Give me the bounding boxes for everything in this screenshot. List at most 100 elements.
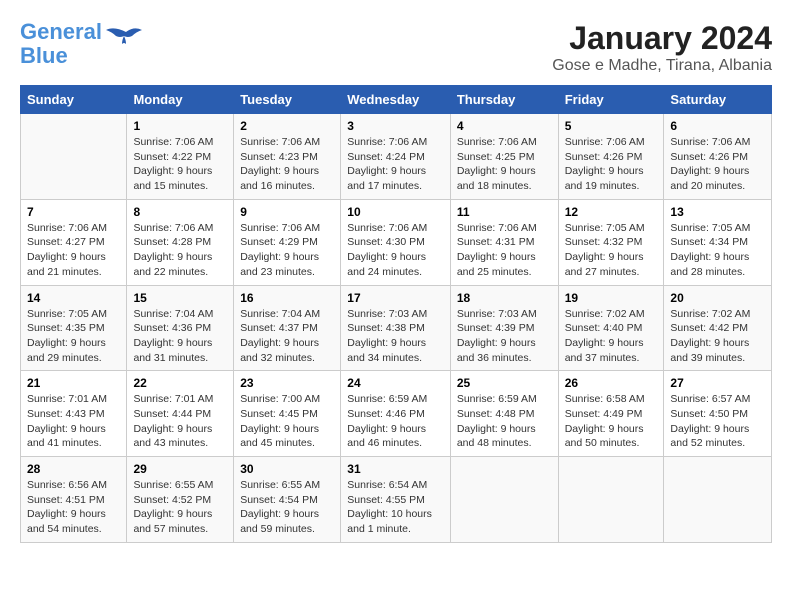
calendar-week-row: 28 Sunrise: 6:56 AMSunset: 4:51 PMDayligh… bbox=[21, 457, 772, 543]
day-info: Sunrise: 7:03 AMSunset: 4:38 PMDaylight:… bbox=[347, 307, 444, 366]
calendar-cell bbox=[450, 457, 558, 543]
calendar-header-row: Sunday Monday Tuesday Wednesday Thursday… bbox=[21, 86, 772, 114]
day-number: 7 bbox=[27, 205, 120, 219]
day-number: 3 bbox=[347, 119, 444, 133]
calendar-cell: 30 Sunrise: 6:55 AMSunset: 4:54 PMDayligh… bbox=[234, 457, 341, 543]
day-number: 31 bbox=[347, 462, 444, 476]
day-number: 6 bbox=[670, 119, 765, 133]
calendar-cell: 23 Sunrise: 7:00 AMSunset: 4:45 PMDayligh… bbox=[234, 371, 341, 457]
day-number: 1 bbox=[133, 119, 227, 133]
day-number: 16 bbox=[240, 291, 334, 305]
day-number: 5 bbox=[565, 119, 658, 133]
day-number: 23 bbox=[240, 376, 334, 390]
page-header: GeneralBlue January 2024 Gose e Madhe, T… bbox=[20, 20, 772, 75]
day-info: Sunrise: 7:06 AMSunset: 4:28 PMDaylight:… bbox=[133, 221, 227, 280]
calendar-cell: 31 Sunrise: 6:54 AMSunset: 4:55 PMDayligh… bbox=[341, 457, 451, 543]
calendar-cell: 18 Sunrise: 7:03 AMSunset: 4:39 PMDayligh… bbox=[450, 285, 558, 371]
calendar-cell: 1 Sunrise: 7:06 AMSunset: 4:22 PMDaylight… bbox=[127, 114, 234, 200]
header-tuesday: Tuesday bbox=[234, 86, 341, 114]
day-number: 17 bbox=[347, 291, 444, 305]
day-info: Sunrise: 7:06 AMSunset: 4:24 PMDaylight:… bbox=[347, 135, 444, 194]
day-number: 14 bbox=[27, 291, 120, 305]
day-info: Sunrise: 7:06 AMSunset: 4:27 PMDaylight:… bbox=[27, 221, 120, 280]
calendar-cell: 9Sunrise: 7:06 AMSunset: 4:29 PMDaylight… bbox=[234, 199, 341, 285]
calendar-cell: 2 Sunrise: 7:06 AMSunset: 4:23 PMDaylight… bbox=[234, 114, 341, 200]
calendar-cell: 13 Sunrise: 7:05 AMSunset: 4:34 PMDayligh… bbox=[664, 199, 772, 285]
day-number: 12 bbox=[565, 205, 658, 219]
day-number: 30 bbox=[240, 462, 334, 476]
day-info: Sunrise: 7:06 AMSunset: 4:30 PMDaylight:… bbox=[347, 221, 444, 280]
header-wednesday: Wednesday bbox=[341, 86, 451, 114]
calendar-week-row: 1 Sunrise: 7:06 AMSunset: 4:22 PMDaylight… bbox=[21, 114, 772, 200]
calendar-cell: 4Sunrise: 7:06 AMSunset: 4:25 PMDaylight… bbox=[450, 114, 558, 200]
day-info: Sunrise: 7:03 AMSunset: 4:39 PMDaylight:… bbox=[457, 307, 552, 366]
day-number: 28 bbox=[27, 462, 120, 476]
calendar-cell: 27Sunrise: 6:57 AMSunset: 4:50 PMDayligh… bbox=[664, 371, 772, 457]
calendar-week-row: 7 Sunrise: 7:06 AMSunset: 4:27 PMDaylight… bbox=[21, 199, 772, 285]
calendar-cell: 5Sunrise: 7:06 AMSunset: 4:26 PMDaylight… bbox=[558, 114, 664, 200]
day-number: 15 bbox=[133, 291, 227, 305]
page-subtitle: Gose e Madhe, Tirana, Albania bbox=[552, 57, 772, 75]
calendar-cell: 24 Sunrise: 6:59 AMSunset: 4:46 PMDayligh… bbox=[341, 371, 451, 457]
header-saturday: Saturday bbox=[664, 86, 772, 114]
calendar-cell: 22 Sunrise: 7:01 AMSunset: 4:44 PMDayligh… bbox=[127, 371, 234, 457]
day-info: Sunrise: 7:06 AMSunset: 4:23 PMDaylight:… bbox=[240, 135, 334, 194]
day-info: Sunrise: 7:00 AMSunset: 4:45 PMDaylight:… bbox=[240, 392, 334, 451]
calendar-cell: 17 Sunrise: 7:03 AMSunset: 4:38 PMDayligh… bbox=[341, 285, 451, 371]
calendar-cell: 12 Sunrise: 7:05 AMSunset: 4:32 PMDayligh… bbox=[558, 199, 664, 285]
day-number: 22 bbox=[133, 376, 227, 390]
day-number: 10 bbox=[347, 205, 444, 219]
day-info: Sunrise: 6:59 AMSunset: 4:46 PMDaylight:… bbox=[347, 392, 444, 451]
calendar-week-row: 21Sunrise: 7:01 AMSunset: 4:43 PMDayligh… bbox=[21, 371, 772, 457]
calendar-week-row: 14 Sunrise: 7:05 AMSunset: 4:35 PMDayligh… bbox=[21, 285, 772, 371]
day-number: 25 bbox=[457, 376, 552, 390]
calendar-cell bbox=[558, 457, 664, 543]
calendar-table: Sunday Monday Tuesday Wednesday Thursday… bbox=[20, 85, 772, 543]
header-thursday: Thursday bbox=[450, 86, 558, 114]
day-info: Sunrise: 7:06 AMSunset: 4:31 PMDaylight:… bbox=[457, 221, 552, 280]
day-info: Sunrise: 7:05 AMSunset: 4:35 PMDaylight:… bbox=[27, 307, 120, 366]
day-info: Sunrise: 7:05 AMSunset: 4:34 PMDaylight:… bbox=[670, 221, 765, 280]
day-number: 20 bbox=[670, 291, 765, 305]
day-info: Sunrise: 7:04 AMSunset: 4:37 PMDaylight:… bbox=[240, 307, 334, 366]
day-info: Sunrise: 7:01 AMSunset: 4:44 PMDaylight:… bbox=[133, 392, 227, 451]
calendar-cell: 21Sunrise: 7:01 AMSunset: 4:43 PMDayligh… bbox=[21, 371, 127, 457]
page-title: January 2024 bbox=[552, 20, 772, 57]
logo-bird-icon bbox=[106, 24, 146, 54]
day-number: 18 bbox=[457, 291, 552, 305]
header-monday: Monday bbox=[127, 86, 234, 114]
day-number: 19 bbox=[565, 291, 658, 305]
day-number: 26 bbox=[565, 376, 658, 390]
day-info: Sunrise: 6:59 AMSunset: 4:48 PMDaylight:… bbox=[457, 392, 552, 451]
calendar-cell: 8 Sunrise: 7:06 AMSunset: 4:28 PMDaylight… bbox=[127, 199, 234, 285]
day-info: Sunrise: 7:02 AMSunset: 4:40 PMDaylight:… bbox=[565, 307, 658, 366]
calendar-cell: 7 Sunrise: 7:06 AMSunset: 4:27 PMDaylight… bbox=[21, 199, 127, 285]
day-info: Sunrise: 7:06 AMSunset: 4:22 PMDaylight:… bbox=[133, 135, 227, 194]
calendar-cell: 28 Sunrise: 6:56 AMSunset: 4:51 PMDayligh… bbox=[21, 457, 127, 543]
day-info: Sunrise: 7:06 AMSunset: 4:26 PMDaylight:… bbox=[670, 135, 765, 194]
day-info: Sunrise: 6:56 AMSunset: 4:51 PMDaylight:… bbox=[27, 478, 120, 537]
day-number: 8 bbox=[133, 205, 227, 219]
header-sunday: Sunday bbox=[21, 86, 127, 114]
day-number: 13 bbox=[670, 205, 765, 219]
calendar-cell: 11 Sunrise: 7:06 AMSunset: 4:31 PMDayligh… bbox=[450, 199, 558, 285]
day-number: 11 bbox=[457, 205, 552, 219]
title-block: January 2024 Gose e Madhe, Tirana, Alban… bbox=[552, 20, 772, 75]
day-number: 2 bbox=[240, 119, 334, 133]
calendar-cell: 10 Sunrise: 7:06 AMSunset: 4:30 PMDayligh… bbox=[341, 199, 451, 285]
day-info: Sunrise: 7:05 AMSunset: 4:32 PMDaylight:… bbox=[565, 221, 658, 280]
calendar-cell bbox=[664, 457, 772, 543]
day-info: Sunrise: 6:54 AMSunset: 4:55 PMDaylight:… bbox=[347, 478, 444, 537]
day-number: 29 bbox=[133, 462, 227, 476]
calendar-cell: 29Sunrise: 6:55 AMSunset: 4:52 PMDayligh… bbox=[127, 457, 234, 543]
header-friday: Friday bbox=[558, 86, 664, 114]
calendar-cell: 20Sunrise: 7:02 AMSunset: 4:42 PMDayligh… bbox=[664, 285, 772, 371]
day-number: 24 bbox=[347, 376, 444, 390]
day-info: Sunrise: 6:55 AMSunset: 4:54 PMDaylight:… bbox=[240, 478, 334, 537]
day-info: Sunrise: 6:57 AMSunset: 4:50 PMDaylight:… bbox=[670, 392, 765, 451]
day-info: Sunrise: 7:04 AMSunset: 4:36 PMDaylight:… bbox=[133, 307, 227, 366]
day-info: Sunrise: 7:01 AMSunset: 4:43 PMDaylight:… bbox=[27, 392, 120, 451]
day-info: Sunrise: 7:06 AMSunset: 4:29 PMDaylight:… bbox=[240, 221, 334, 280]
calendar-cell: 16 Sunrise: 7:04 AMSunset: 4:37 PMDayligh… bbox=[234, 285, 341, 371]
day-info: Sunrise: 7:06 AMSunset: 4:25 PMDaylight:… bbox=[457, 135, 552, 194]
